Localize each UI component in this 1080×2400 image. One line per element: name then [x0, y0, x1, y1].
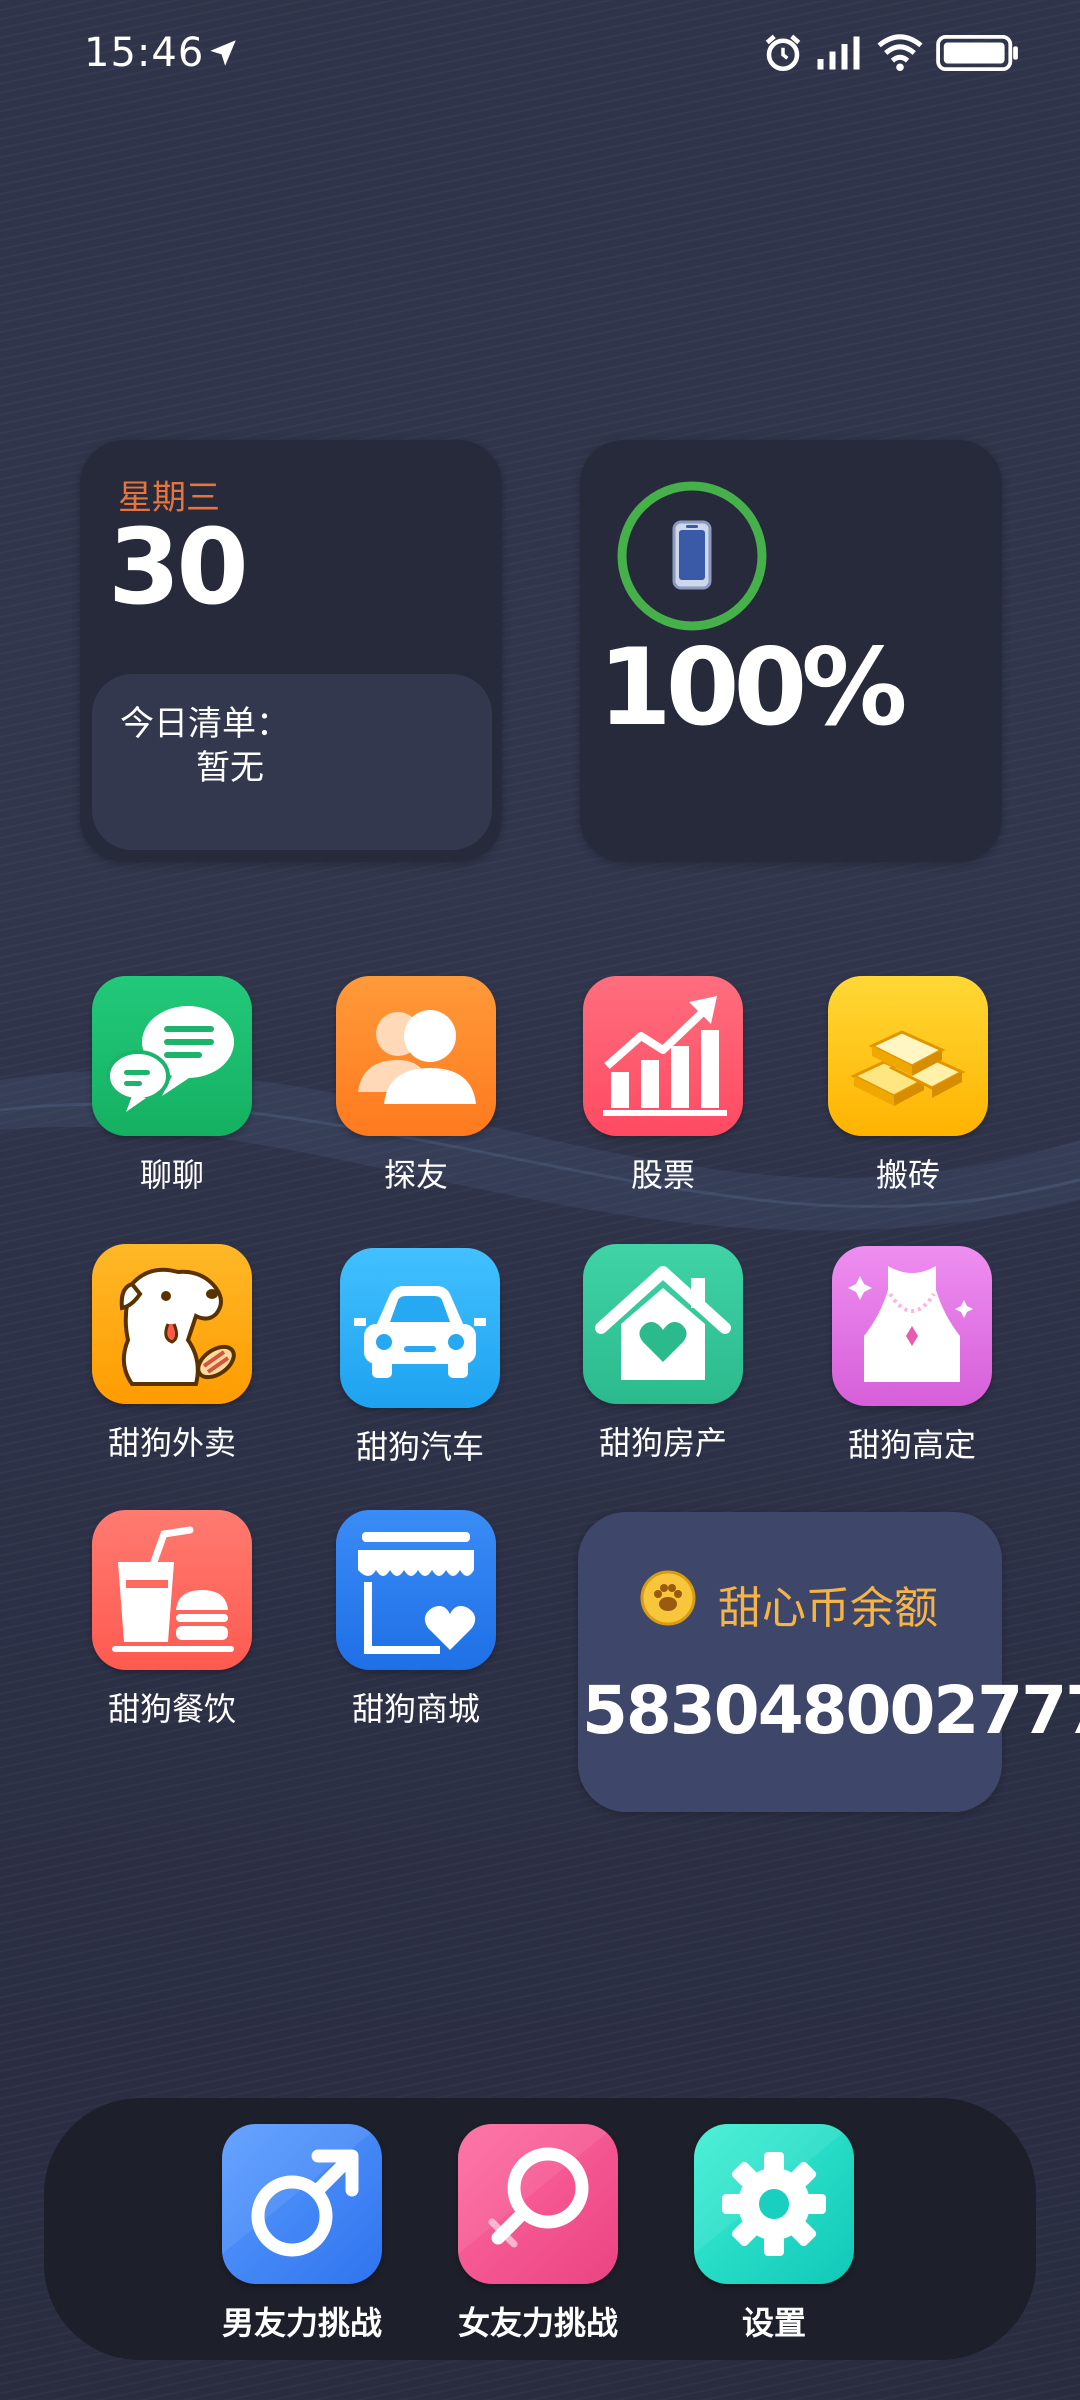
app-banzhuan[interactable]: 搬砖 — [808, 976, 1008, 1196]
app-label: 探友 — [383, 1156, 448, 1194]
app-shangcheng[interactable]: 甜狗商城 — [316, 1510, 516, 1730]
dock: 男友力挑战 女友力挑战 设置 — [44, 2098, 1036, 2360]
wifi-icon — [877, 34, 923, 72]
house-heart-icon[interactable] — [583, 1244, 743, 1404]
app-gaoding[interactable]: 甜狗高定 — [812, 1246, 1012, 1466]
alarm-icon — [765, 34, 801, 72]
todo-title: 今日清单： — [120, 704, 290, 744]
todo-card[interactable]: 今日清单： 暂无 — [92, 674, 492, 850]
calendar-widget[interactable]: 星期三 30 今日清单： 暂无 — [80, 440, 502, 862]
app-label: 甜狗商城 — [351, 1690, 480, 1728]
dock-app-boyfriend-challenge[interactable]: 男友力挑战 — [192, 2124, 412, 2344]
battery-ring — [617, 481, 767, 631]
app-tanyou[interactable]: 探友 — [316, 976, 516, 1196]
wallpaper-texture — [0, 0, 1080, 2400]
app-gupiao[interactable]: 股票 — [563, 976, 763, 1196]
calendar-day: 30 — [108, 506, 249, 628]
status-time: 15:46 — [84, 30, 205, 76]
dock-app-girlfriend-challenge[interactable]: 女友力挑战 — [428, 2124, 648, 2344]
female-symbol-icon[interactable] — [458, 2124, 618, 2284]
app-label: 甜狗高定 — [847, 1426, 976, 1464]
app-liaoliao[interactable]: 聊聊 — [72, 976, 272, 1196]
coin-balance-title: 甜心币余额 — [718, 1583, 938, 1634]
stock-chart-icon[interactable] — [583, 976, 743, 1136]
phone-icon — [672, 520, 712, 590]
dock-label: 设置 — [741, 2304, 806, 2342]
battery-percent: 100% — [598, 626, 907, 749]
app-label: 甜狗房产 — [598, 1424, 727, 1462]
app-waimai[interactable]: 甜狗外卖 — [72, 1244, 272, 1464]
battery-widget[interactable]: 100% — [580, 440, 1002, 862]
app-label: 股票 — [630, 1156, 695, 1194]
car-icon[interactable] — [340, 1248, 500, 1408]
necklace-icon[interactable] — [832, 1246, 992, 1406]
app-label: 搬砖 — [875, 1156, 940, 1194]
paw-coin-icon — [640, 1570, 696, 1626]
coin-balance-value: 583048002777 — [582, 1672, 1080, 1749]
app-label: 甜狗外卖 — [107, 1424, 236, 1462]
burger-drink-icon[interactable] — [92, 1510, 252, 1670]
friends-icon[interactable] — [336, 976, 496, 1136]
status-bar: 15:46 — [0, 0, 1080, 110]
dock-app-settings[interactable]: 设置 — [664, 2124, 884, 2344]
app-qiche[interactable]: 甜狗汽车 — [320, 1248, 520, 1468]
app-canyin[interactable]: 甜狗餐饮 — [72, 1510, 272, 1730]
gold-bars-icon[interactable] — [828, 976, 988, 1136]
todo-value: 暂无 — [196, 748, 264, 788]
app-label: 甜狗汽车 — [355, 1428, 484, 1466]
location-arrow-icon — [210, 40, 236, 66]
dock-label: 女友力挑战 — [457, 2304, 618, 2342]
male-symbol-icon[interactable] — [222, 2124, 382, 2284]
shop-heart-icon[interactable] — [336, 1510, 496, 1670]
coin-balance-widget[interactable]: 甜心币余额 583048002777 — [578, 1512, 1080, 1812]
signal-icon — [817, 36, 860, 70]
chat-bubbles-icon[interactable] — [92, 976, 252, 1136]
app-label: 聊聊 — [139, 1156, 204, 1194]
dog-icon[interactable] — [92, 1244, 252, 1404]
app-fangchan[interactable]: 甜狗房产 — [563, 1244, 763, 1464]
gear-icon[interactable] — [694, 2124, 854, 2284]
battery-icon — [936, 34, 1018, 72]
app-label: 甜狗餐饮 — [107, 1690, 236, 1728]
dock-label: 男友力挑战 — [221, 2304, 382, 2342]
